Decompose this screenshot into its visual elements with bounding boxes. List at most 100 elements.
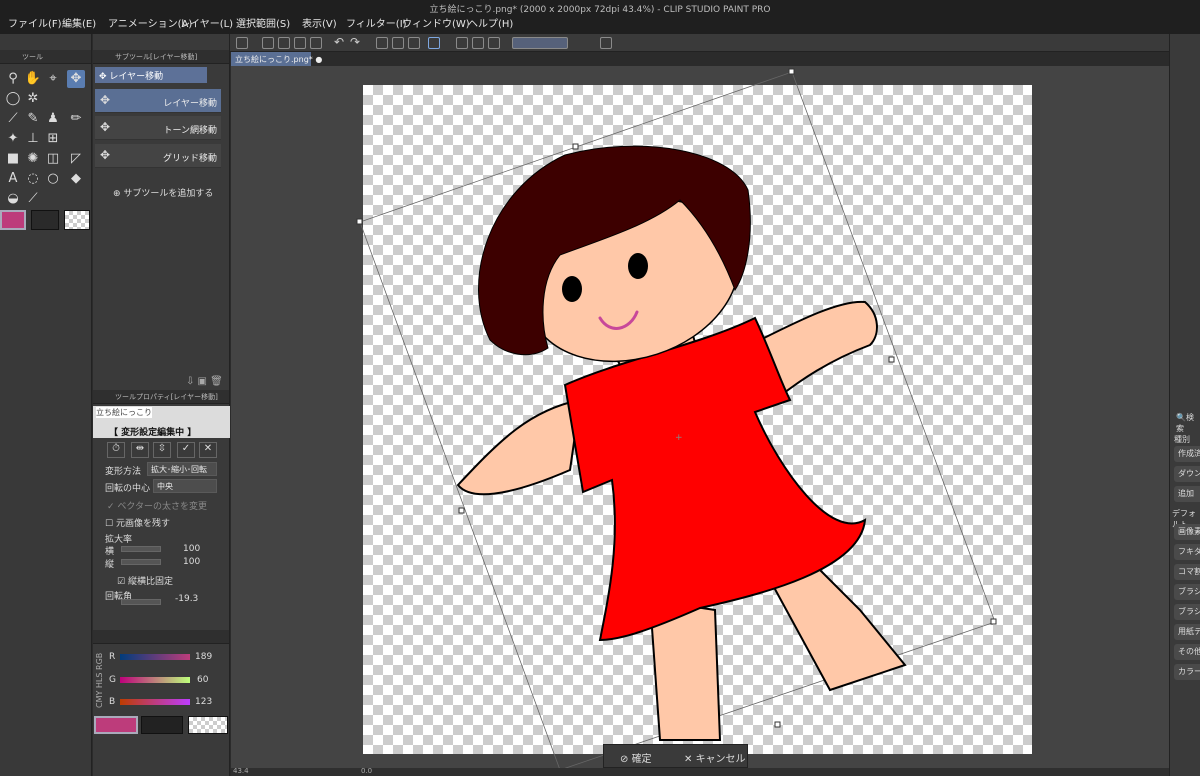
dropper-icon[interactable]: ⟋	[24, 190, 42, 208]
material-button[interactable]: その他	[1174, 644, 1200, 660]
export-icon[interactable]	[310, 37, 322, 49]
material-button[interactable]: ダウンロード	[1174, 466, 1200, 482]
stamp-icon[interactable]: ⊥	[24, 130, 42, 148]
invert-icon[interactable]	[472, 37, 484, 49]
redo-icon[interactable]: ↷	[350, 36, 362, 49]
transform-handle[interactable]	[990, 618, 997, 625]
subtool-grid-move[interactable]: ✥ グリッド移動	[95, 144, 221, 168]
deselect-icon[interactable]	[456, 37, 468, 49]
menu-selection[interactable]: 選択範囲(S)	[236, 15, 290, 30]
new-file-icon[interactable]	[236, 37, 248, 49]
pencil-icon[interactable]: ✏	[67, 110, 85, 128]
width-value[interactable]: 100	[183, 544, 200, 554]
subtool-layer-move[interactable]: ✥ レイヤー移動	[95, 89, 221, 113]
menu-help[interactable]: ヘルプ(H)	[468, 15, 513, 30]
transform-handle[interactable]	[356, 218, 363, 225]
b-slider[interactable]	[120, 699, 190, 705]
height-slider[interactable]	[121, 559, 161, 565]
save-icon[interactable]	[294, 37, 306, 49]
material-button[interactable]: 作成済	[1174, 446, 1200, 462]
magic-wand-icon[interactable]: ✲	[24, 90, 42, 108]
ok-button[interactable]: ⊘ 確定	[620, 750, 652, 765]
sub-color-swatch[interactable]	[31, 210, 59, 230]
material-button[interactable]: 画像素材	[1174, 524, 1200, 540]
keep-ratio-checkbox[interactable]: ☑ 縦横比固定	[117, 574, 173, 587]
height-value[interactable]: 100	[183, 557, 200, 567]
subtool-footer-icons[interactable]: ⇩ ▣ 🗑	[186, 376, 223, 387]
angle-readout[interactable]: 0.0	[361, 767, 372, 775]
grid-icon[interactable]: ⊞	[44, 130, 62, 148]
artwork[interactable]: +	[231, 66, 1169, 768]
color-transparent-swatch[interactable]	[188, 716, 228, 734]
material-button[interactable]: コマ割	[1174, 564, 1200, 580]
color-mode-tabs[interactable]: CMY HLS RGB	[95, 648, 104, 708]
menu-filter[interactable]: フィルター(I)	[346, 15, 407, 30]
speech-icon[interactable]: ○	[44, 170, 62, 188]
transparent-color-swatch[interactable]	[64, 210, 90, 230]
menu-window[interactable]: ウィンドウ(W)	[402, 15, 470, 30]
new-document-icon[interactable]	[262, 37, 274, 49]
transform-icon[interactable]	[428, 37, 440, 49]
menu-edit[interactable]: 編集(E)	[62, 15, 96, 30]
cancel-button[interactable]: ✕ キャンセル	[684, 750, 746, 765]
settings-icon[interactable]	[600, 37, 612, 49]
document-tab[interactable]: 立ち絵にっこり.png* ●	[231, 52, 322, 66]
reset-icon[interactable]: ⏱	[107, 442, 125, 458]
material-button[interactable]: フキダシ	[1174, 544, 1200, 560]
rotation-center-select[interactable]: 中央	[153, 479, 217, 493]
width-slider[interactable]	[121, 546, 161, 552]
material-button[interactable]: ブラシ	[1174, 604, 1200, 620]
selection-icon[interactable]	[488, 37, 500, 49]
vector-width-checkbox[interactable]: ✓ ベクターの太さを変更	[107, 499, 207, 512]
transform-method-select[interactable]: 拡大･縮小･回転	[147, 462, 217, 476]
hand-icon[interactable]: ✋	[24, 70, 42, 88]
b-value[interactable]: 123	[195, 697, 212, 707]
menu-view[interactable]: 表示(V)	[302, 15, 337, 30]
subtool-group-tab[interactable]: ✥ レイヤー移動	[95, 67, 207, 83]
confirm-icon[interactable]: ✓	[177, 442, 195, 458]
cancel-icon[interactable]: ✕	[199, 442, 217, 458]
clear-icon[interactable]	[376, 37, 388, 49]
color-sub-swatch[interactable]	[141, 716, 183, 734]
operation-icon[interactable]: ⌖	[44, 70, 62, 88]
fill-bucket-icon[interactable]: ◒	[4, 190, 22, 208]
transform-handle[interactable]	[458, 507, 465, 514]
transform-handle[interactable]	[888, 356, 895, 363]
gradient-icon[interactable]: ■	[4, 150, 22, 168]
pen-icon[interactable]: ✎	[24, 110, 42, 128]
frame-icon[interactable]: ◫	[44, 150, 62, 168]
open-icon[interactable]	[278, 37, 290, 49]
subtool-tone-move[interactable]: ✥ トーン網移動	[95, 116, 221, 140]
move-icon[interactable]: ✥	[67, 70, 85, 88]
material-button[interactable]: 用紙テ	[1174, 624, 1200, 640]
brush-preview[interactable]	[512, 37, 568, 49]
material-button[interactable]: 追加	[1174, 486, 1200, 502]
rotation-value[interactable]: -19.3	[175, 594, 198, 604]
transform-handle[interactable]	[572, 143, 579, 150]
r-value[interactable]: 189	[195, 652, 212, 662]
search-label[interactable]: 🔍検索	[1176, 412, 1200, 434]
zoom-icon[interactable]: ⚲	[4, 70, 22, 88]
eyedropper-icon[interactable]: ⟋	[4, 110, 22, 128]
balloon-icon[interactable]: ◌	[24, 170, 42, 188]
flip-horizontal-icon[interactable]: ⇹	[131, 442, 149, 458]
add-subtool-button[interactable]: ⊕ サブツールを追加する	[113, 186, 213, 199]
text-icon[interactable]: A	[4, 170, 22, 188]
g-slider[interactable]	[120, 677, 190, 683]
transform-handle[interactable]	[774, 721, 781, 728]
main-color-swatch[interactable]	[0, 210, 26, 230]
keep-original-checkbox[interactable]: ☐ 元画像を残す	[105, 516, 170, 529]
g-value[interactable]: 60	[197, 675, 208, 685]
zoom-readout[interactable]: 43.4	[233, 767, 249, 775]
brush-icon[interactable]: ♟	[44, 110, 62, 128]
menu-layer[interactable]: レイヤー(L)	[180, 15, 233, 30]
blur-icon[interactable]: ✺	[24, 150, 42, 168]
color-main-swatch[interactable]	[94, 716, 138, 734]
r-slider[interactable]	[120, 654, 190, 660]
sparkle-icon[interactable]: ✦	[4, 130, 22, 148]
ruler-icon[interactable]: ◸	[67, 150, 85, 168]
material-button[interactable]: ブラシ	[1174, 584, 1200, 600]
transform-handle[interactable]	[788, 68, 795, 75]
paint-icon[interactable]	[408, 37, 420, 49]
lasso-icon[interactable]: ◯	[4, 90, 22, 108]
